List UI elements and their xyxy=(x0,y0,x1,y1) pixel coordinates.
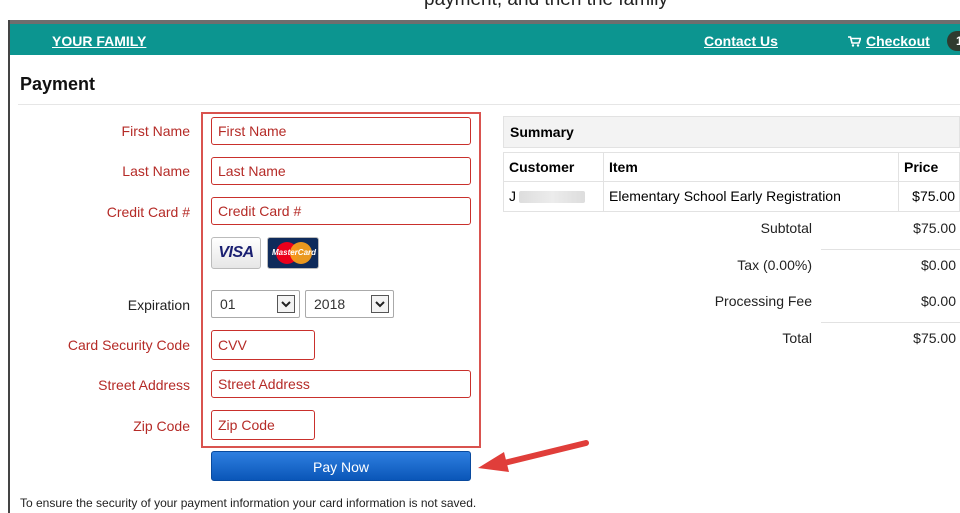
mastercard-logo-text: MasterCard xyxy=(272,248,317,257)
chevron-down-icon xyxy=(371,295,389,313)
processing-fee-value: $0.00 xyxy=(920,293,956,309)
card-security-code-label: Card Security Code xyxy=(67,337,190,353)
price-cell: $75.00 xyxy=(912,188,955,204)
summary-title: Summary xyxy=(503,116,960,148)
first-name-input[interactable] xyxy=(211,117,471,145)
table-row: J Elementary School Early Registration $… xyxy=(503,182,960,212)
column-divider xyxy=(898,182,899,211)
visa-logo-text: VISA xyxy=(218,244,254,261)
first-name-label: First Name xyxy=(121,123,190,139)
total-row: Total $75.00 xyxy=(503,324,960,360)
street-address-label: Street Address xyxy=(98,377,190,393)
processing-fee-row: Processing Fee $0.00 xyxy=(503,287,960,323)
column-divider xyxy=(898,153,899,181)
processing-fee-label: Processing Fee xyxy=(714,293,812,309)
tax-value: $0.00 xyxy=(920,257,956,273)
expiration-month-select[interactable]: 01 xyxy=(211,290,300,318)
summary-table-header: Customer Item Price xyxy=(503,152,960,182)
column-price: Price xyxy=(904,159,939,175)
brand-link[interactable]: YOUR FAMILY xyxy=(52,33,146,49)
subtotal-label: Subtotal xyxy=(760,220,812,236)
total-value: $75.00 xyxy=(913,330,956,346)
cropped-caption-text: payment, and then the family xyxy=(424,0,668,11)
last-name-input[interactable] xyxy=(211,157,471,185)
frame-edge xyxy=(8,20,10,513)
cart-icon xyxy=(848,35,861,47)
last-name-label: Last Name xyxy=(122,163,190,179)
page-title: Payment xyxy=(20,74,96,94)
redacted-name xyxy=(519,191,585,204)
security-note: To ensure the security of your payment i… xyxy=(20,496,477,510)
checkout-link[interactable]: Checkout xyxy=(848,33,930,49)
accepted-cards: VISA MasterCard xyxy=(211,237,319,269)
chevron-down-icon xyxy=(277,295,295,313)
item-cell: Elementary School Early Registration xyxy=(609,188,841,204)
row-divider xyxy=(821,249,960,250)
street-address-input[interactable] xyxy=(211,370,471,398)
row-divider xyxy=(821,322,960,323)
credit-card-input[interactable] xyxy=(211,197,471,225)
title-divider xyxy=(18,104,960,105)
credit-card-label: Credit Card # xyxy=(106,204,190,220)
tax-row: Tax (0.00%) $0.00 xyxy=(503,251,960,287)
top-nav-bar: YOUR FAMILY Contact Us Checkout 1 xyxy=(10,20,960,55)
zip-code-input[interactable] xyxy=(211,410,315,440)
expiration-month-value: 01 xyxy=(220,296,236,312)
customer-name: J xyxy=(509,188,516,204)
column-divider xyxy=(603,182,604,211)
customer-cell: J xyxy=(509,182,585,211)
expiration-year-value: 2018 xyxy=(314,296,346,312)
expiration-year-select[interactable]: 2018 xyxy=(305,290,394,318)
column-item: Item xyxy=(609,159,638,175)
visa-logo: VISA xyxy=(211,237,261,269)
cropped-caption: payment, and then the family xyxy=(0,0,960,20)
annotation-arrow-icon xyxy=(478,440,589,472)
order-summary: Summary Customer Item Price J Elementary… xyxy=(503,116,960,346)
payment-screen: payment, and then the family YOUR FAMILY… xyxy=(0,0,960,513)
cart-count-badge: 1 xyxy=(947,31,960,51)
tax-label: Tax (0.00%) xyxy=(737,257,812,273)
column-customer: Customer xyxy=(509,159,575,175)
mastercard-logo: MasterCard xyxy=(267,237,319,269)
cvv-input[interactable] xyxy=(211,330,315,360)
subtotal-value: $75.00 xyxy=(913,220,956,236)
contact-us-link[interactable]: Contact Us xyxy=(704,33,778,49)
total-label: Total xyxy=(782,330,812,346)
column-divider xyxy=(603,153,604,181)
checkout-label: Checkout xyxy=(866,33,930,49)
subtotal-row: Subtotal $75.00 xyxy=(503,214,960,250)
pay-now-button[interactable]: Pay Now xyxy=(211,451,471,481)
expiration-label: Expiration xyxy=(127,297,190,313)
zip-code-label: Zip Code xyxy=(133,418,190,434)
